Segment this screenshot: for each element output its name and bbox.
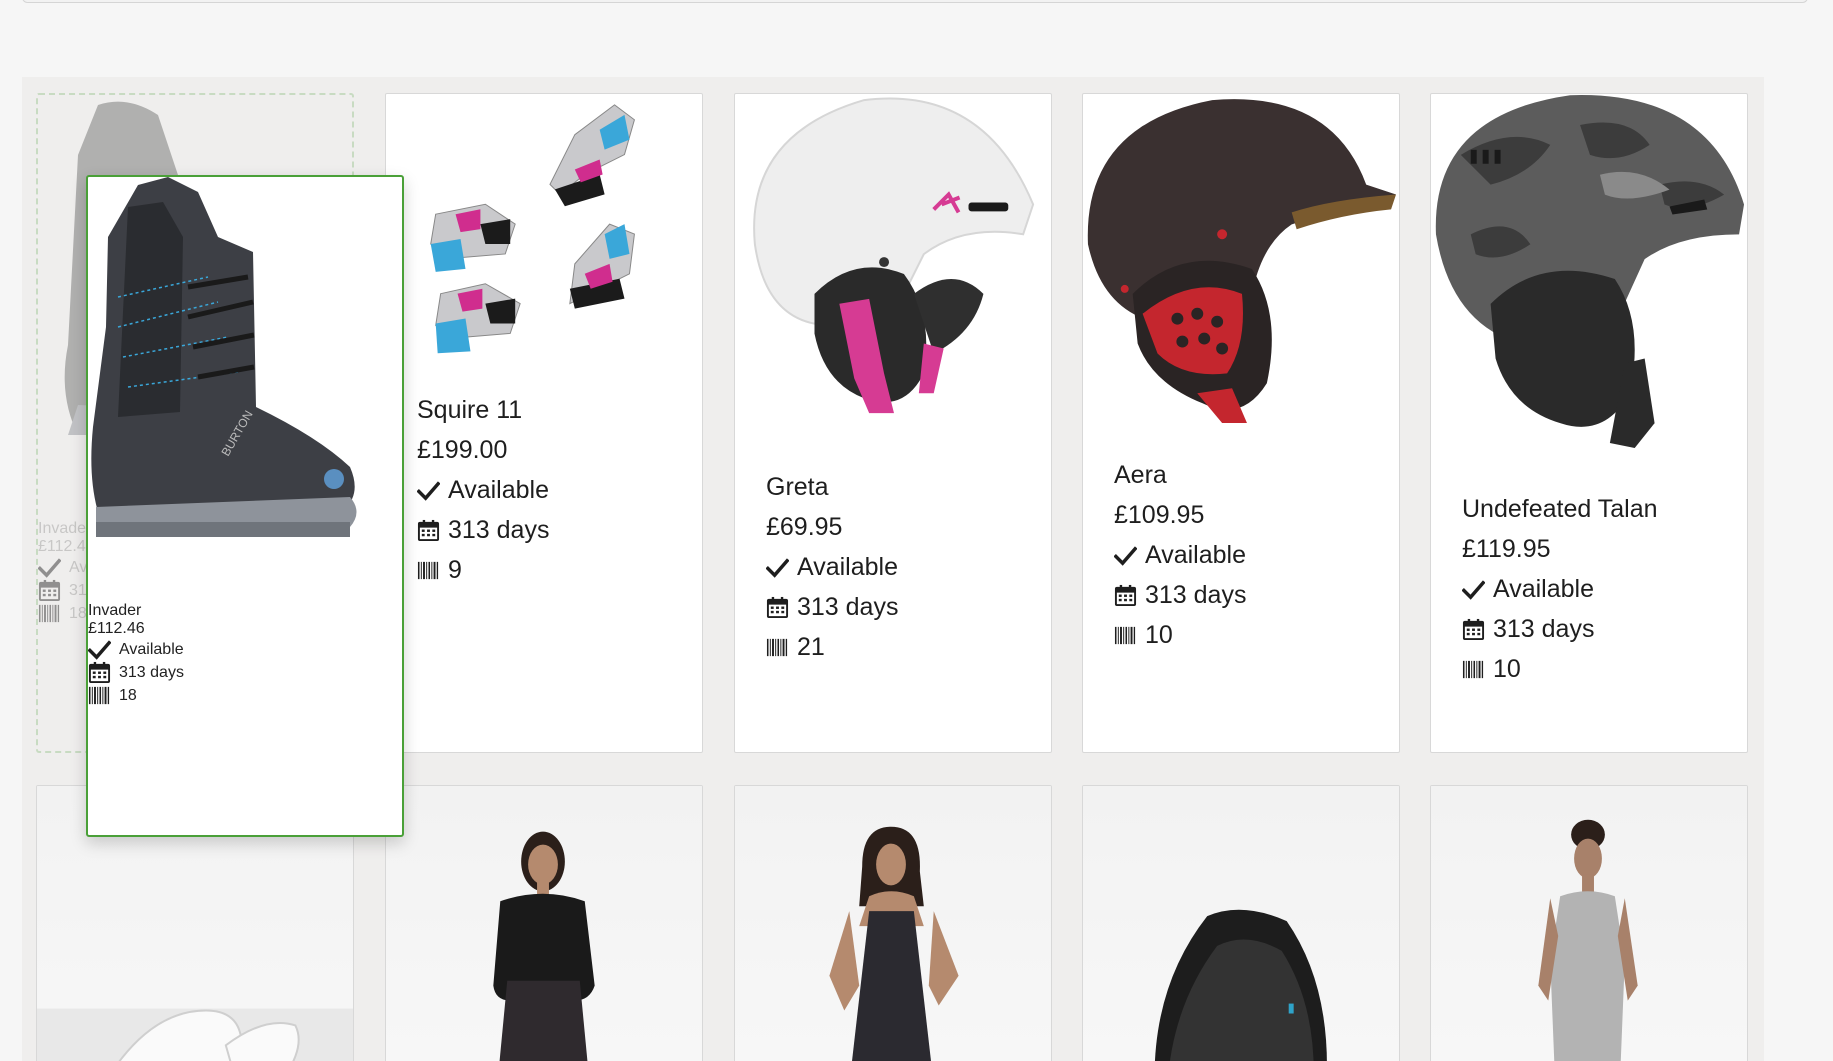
availability: Available [1493,575,1595,603]
product-card[interactable]: Undefeated Talan £119.95 Available 313 d… [1430,93,1748,753]
product-name: Aera [1114,461,1167,489]
product-card[interactable] [385,785,703,1061]
product-name: Invader [88,602,142,619]
product-price: £69.95 [766,513,843,541]
barcode-icon [417,559,440,582]
calendar-icon [88,661,111,684]
product-image [1154,909,1327,1061]
age: 313 days [119,663,184,681]
age: 313 days [797,593,899,621]
availability: Available [1145,541,1247,569]
product-card[interactable] [1430,785,1748,1061]
product-card[interactable]: Aera £109.95 Available 313 days 10 [1082,93,1400,753]
barcode-icon [1114,624,1137,647]
availability: Available [119,640,184,658]
stock-count: 10 [1493,655,1521,683]
product-image: BURTON [91,177,357,537]
check-icon [1114,544,1137,567]
calendar-icon [38,579,61,602]
check-icon [88,638,111,661]
barcode-icon [38,602,61,625]
product-image [493,831,595,1061]
stock-count: 9 [448,556,462,584]
product-name: Greta [766,473,829,501]
calendar-icon [766,596,789,619]
calendar-icon [1114,584,1137,607]
product-image [1538,819,1638,1061]
product-card[interactable]: Greta £69.95 Available 313 days 21 [734,93,1052,753]
product-card[interactable] [734,785,1052,1061]
barcode-icon [1462,658,1485,681]
check-icon [417,479,440,502]
product-image [753,97,1035,414]
availability: Available [448,476,550,504]
barcode-icon [766,636,789,659]
availability: Available [797,553,899,581]
check-icon [766,556,789,579]
calendar-icon [1462,618,1485,641]
product-image [1435,94,1745,448]
top-toolbar [22,0,1808,3]
product-card[interactable]: Squire 11 £199.00 Available 313 days 9 [385,93,703,753]
product-image [1087,99,1397,424]
check-icon [1462,578,1485,601]
product-card[interactable] [1082,785,1400,1061]
product-image [829,826,959,1061]
product-price: £112.46 [88,620,145,637]
stock-count: 18 [69,604,87,622]
product-price: £199.00 [417,436,508,464]
barcode-icon [88,684,111,707]
product-image [430,104,635,354]
stock-count: 10 [1145,621,1173,649]
age: 313 days [1493,615,1595,643]
product-price: £109.95 [1114,501,1205,529]
dragged-product-card[interactable]: BURTON Invader £112.46 Available 313 day… [86,175,404,837]
product-name: Undefeated Talan [1462,495,1658,523]
product-price: £119.95 [1462,535,1551,563]
product-name: Squire 11 [417,396,523,424]
stock-count: 21 [797,633,825,661]
check-icon [38,556,61,579]
age: 313 days [1145,581,1247,609]
age: 313 days [448,516,550,544]
calendar-icon [417,519,440,542]
stock-count: 18 [119,686,137,704]
